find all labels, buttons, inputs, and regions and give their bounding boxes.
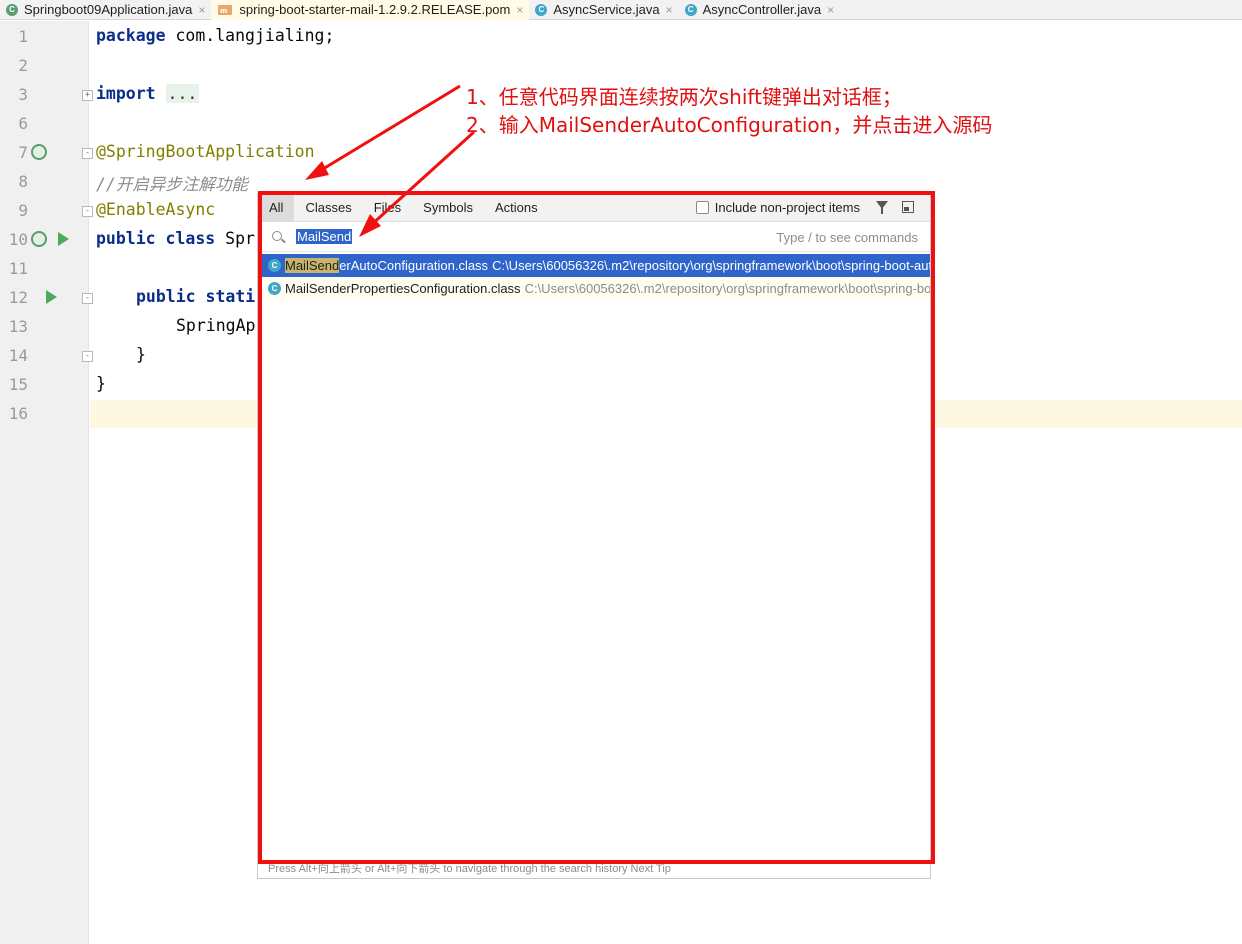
spring-bean-icon[interactable] bbox=[31, 144, 47, 160]
tab-label: AsyncService.java bbox=[553, 2, 660, 17]
svg-text:m: m bbox=[220, 7, 227, 15]
line-number: 14 bbox=[8, 346, 28, 365]
editor-tab-bar: C Springboot09Application.java × m sprin… bbox=[0, 0, 1242, 20]
line-number: 11 bbox=[8, 259, 28, 278]
editor-gutter: 1 2 3 6 7 8 9 10 11 12 13 14 15 16 + - -… bbox=[0, 21, 93, 944]
line-number: 3 bbox=[18, 85, 28, 104]
tab-label: AsyncController.java bbox=[702, 2, 822, 17]
line-number: 10 bbox=[8, 230, 28, 249]
close-icon[interactable]: × bbox=[198, 3, 205, 17]
line-number: 6 bbox=[18, 114, 28, 133]
code-line: import ... bbox=[96, 84, 200, 103]
line-number: 13 bbox=[8, 317, 28, 336]
highlight-box bbox=[258, 191, 935, 864]
line-number: 8 bbox=[18, 172, 28, 191]
code-line: @SpringBootApplication bbox=[96, 142, 315, 161]
spring-bean-icon[interactable] bbox=[31, 231, 47, 247]
close-icon[interactable]: × bbox=[666, 3, 673, 17]
code-line: package com.langjialing; bbox=[96, 26, 335, 45]
tab-asyncservice[interactable]: C AsyncService.java × bbox=[529, 0, 678, 20]
code-line: SpringAp bbox=[176, 316, 256, 335]
spring-app-icon: C bbox=[6, 3, 18, 16]
code-line: @EnableAsync bbox=[96, 200, 216, 219]
line-number: 15 bbox=[8, 375, 28, 394]
code-line: public class Spr bbox=[96, 229, 255, 248]
close-icon[interactable]: × bbox=[516, 3, 523, 17]
tab-spring-boot-starter-mail-pom[interactable]: m spring-boot-starter-mail-1.2.9.2.RELEA… bbox=[211, 0, 530, 20]
run-icon[interactable] bbox=[46, 290, 57, 304]
tab-label: Springboot09Application.java bbox=[24, 2, 193, 17]
line-number: 9 bbox=[18, 201, 28, 220]
line-number: 7 bbox=[18, 143, 28, 162]
line-number: 16 bbox=[8, 404, 28, 423]
line-number: 1 bbox=[18, 27, 28, 46]
tab-label: spring-boot-starter-mail-1.2.9.2.RELEASE… bbox=[239, 2, 511, 17]
code-line: //开启异步注解功能 bbox=[96, 175, 248, 194]
code-line: } bbox=[136, 345, 146, 364]
tab-asynccontroller[interactable]: C AsyncController.java × bbox=[679, 0, 841, 20]
line-number: 2 bbox=[18, 56, 28, 75]
line-number: 12 bbox=[8, 288, 28, 307]
annotation-step-2: 2、输入MailSenderAutoConfiguration，并点击进入源码 bbox=[466, 113, 993, 137]
code-line: } bbox=[96, 374, 106, 393]
annotation-step-1: 1、任意代码界面连续按两次shift键弹出对话框； bbox=[466, 85, 902, 109]
close-icon[interactable]: × bbox=[827, 3, 834, 17]
class-icon: C bbox=[535, 3, 548, 16]
maven-pom-icon: m bbox=[217, 4, 233, 16]
code-line: public stati bbox=[136, 287, 256, 306]
run-icon[interactable] bbox=[58, 232, 69, 246]
folded-imports[interactable]: ... bbox=[165, 84, 200, 103]
class-icon: C bbox=[684, 3, 697, 16]
tab-springboot09application[interactable]: C Springboot09Application.java × bbox=[0, 0, 211, 20]
